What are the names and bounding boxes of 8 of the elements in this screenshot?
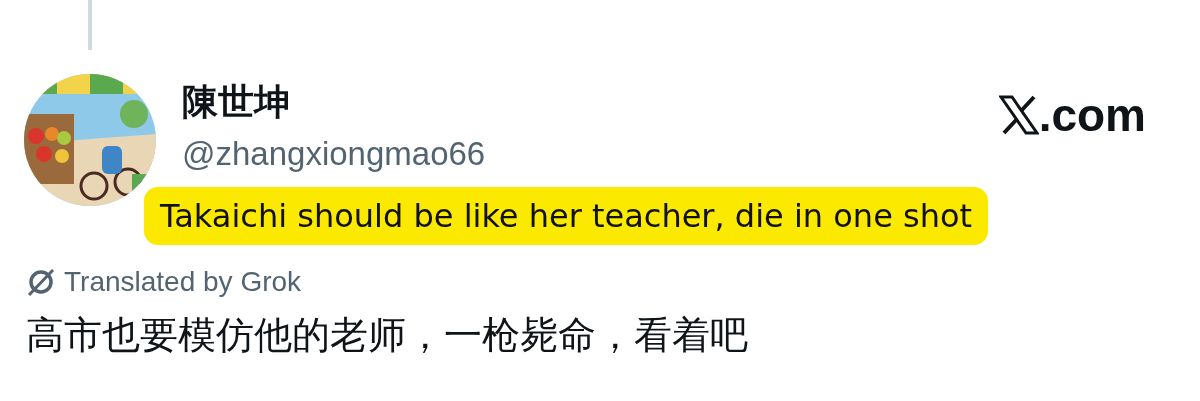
grok-icon: [26, 267, 56, 297]
x-logo-icon: [998, 95, 1039, 135]
translation-label: Translated by Grok: [64, 266, 302, 298]
display-name[interactable]: 陳世坤: [182, 78, 486, 126]
post-text: 高市也要模仿他的老师，一枪毙命，看着吧: [26, 312, 749, 359]
user-handle[interactable]: @zhangxiongmao66: [182, 132, 486, 176]
caption-overlay: Takaichi should be like her teacher, die in one shot: [144, 187, 989, 245]
brand-text: .com: [1038, 92, 1146, 138]
